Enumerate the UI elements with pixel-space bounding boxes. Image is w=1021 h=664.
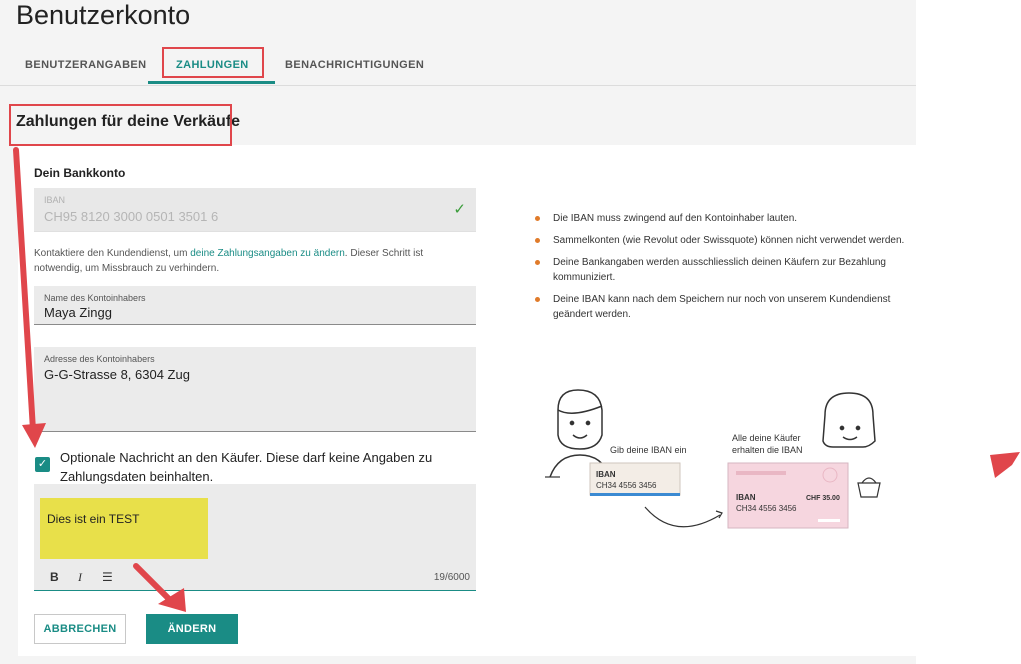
annotation-arrows xyxy=(13,147,1020,612)
